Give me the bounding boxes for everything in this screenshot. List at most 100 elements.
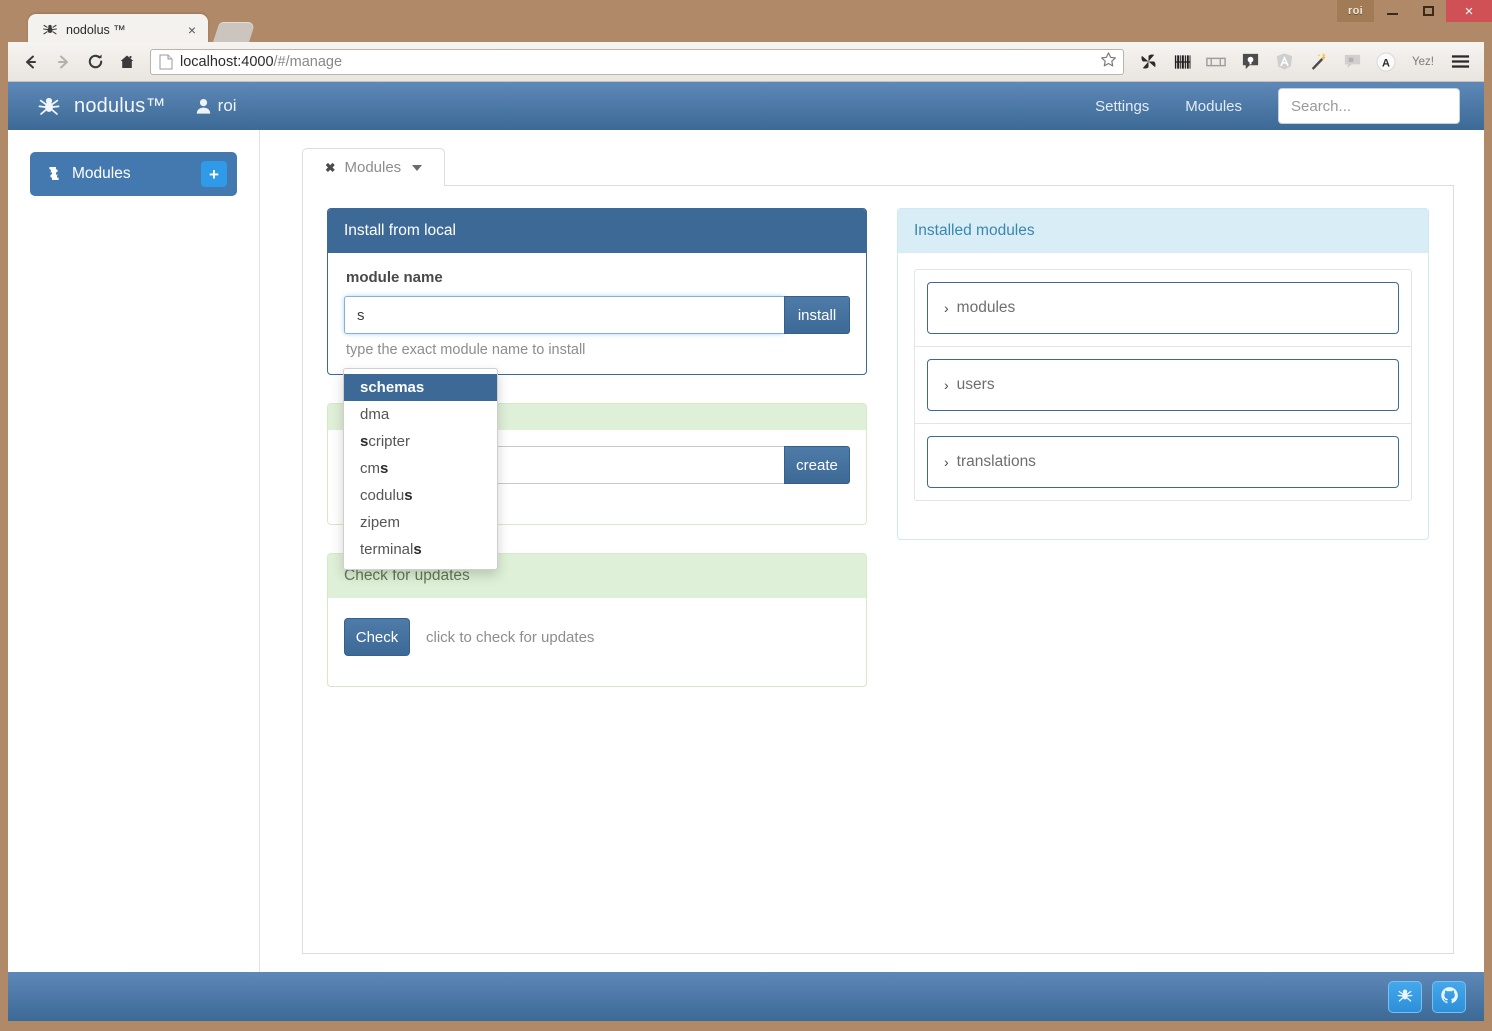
close-button[interactable]: × — [1446, 0, 1492, 22]
autocomplete-option[interactable]: schemas — [344, 374, 497, 401]
angular-extension-icon[interactable] — [1268, 48, 1300, 76]
tab-bar: ✖ Modules — [302, 148, 1454, 186]
github-footer-button[interactable] — [1432, 980, 1466, 1013]
github-icon — [1440, 986, 1459, 1008]
reload-button[interactable] — [80, 48, 110, 76]
spider-icon — [1395, 985, 1415, 1008]
installed-module-label: users — [956, 376, 995, 393]
maximize-icon — [1422, 6, 1434, 16]
chrome-menu-icon[interactable] — [1444, 48, 1476, 76]
browser-window: roi × nodolus ™ × localhost:4000/#/manag… — [0, 0, 1492, 1031]
spider-favicon-icon — [42, 22, 58, 38]
autocomplete-dropdown[interactable]: schemas dma scripter cms codulus zipem t… — [343, 368, 498, 570]
autocomplete-option[interactable]: cms — [344, 455, 497, 482]
installed-module-users[interactable]: › users — [927, 359, 1399, 411]
app-brand-name: nodulus™ — [74, 94, 166, 117]
autocomplete-option[interactable]: dma — [344, 401, 497, 428]
installed-module-translations[interactable]: › translations — [927, 436, 1399, 488]
home-button[interactable] — [112, 48, 142, 76]
installed-modules-panel: Installed modules › modules › users › tr… — [897, 208, 1429, 540]
installed-module-modules[interactable]: › modules — [927, 282, 1399, 334]
user-icon — [196, 98, 211, 114]
address-bar[interactable]: localhost:4000/#/manage — [150, 48, 1124, 75]
app-user-chip[interactable]: roi — [196, 82, 237, 130]
app-body: Modules + ✖ Modules Install from local m… — [8, 130, 1484, 972]
lightbulb-extension-icon[interactable] — [1234, 48, 1266, 76]
sidebar: Modules + — [8, 130, 260, 972]
check-updates-row: Check click to check for updates — [344, 614, 850, 670]
install-button[interactable]: install — [784, 296, 850, 334]
module-name-input[interactable] — [344, 296, 784, 334]
browser-tab-strip: nodolus ™ × — [8, 0, 1208, 46]
chevron-right-icon: › — [944, 377, 949, 393]
check-button[interactable]: Check — [344, 618, 410, 656]
back-button[interactable] — [16, 48, 46, 76]
sidebar-item-modules[interactable]: Modules + — [30, 152, 237, 196]
puzzle-piece-icon — [46, 166, 63, 182]
list-item: › users — [915, 347, 1411, 424]
chevron-down-icon[interactable] — [412, 164, 423, 171]
forward-button[interactable] — [48, 48, 78, 76]
left-column: Install from local module name install t… — [327, 208, 867, 715]
window-user-chip[interactable]: roi — [1337, 0, 1374, 22]
magic-wand-extension-icon[interactable] — [1302, 48, 1334, 76]
installed-modules-list: › modules › users › translations — [914, 269, 1412, 501]
shuffle-extension-icon[interactable] — [1132, 48, 1164, 76]
app-brand[interactable]: nodulus™ — [8, 82, 166, 130]
autocomplete-option[interactable]: codulus — [344, 482, 497, 509]
maximize-button[interactable] — [1410, 0, 1446, 22]
module-name-label: module name — [346, 269, 443, 286]
sidebar-item-label: Modules — [72, 165, 131, 182]
spider-logo-icon — [36, 93, 62, 119]
tab-label: Modules — [344, 159, 402, 176]
list-item: › modules — [915, 270, 1411, 347]
tab-pane: Install from local module name install t… — [302, 185, 1454, 954]
letter-a-extension-icon[interactable]: A — [1370, 48, 1402, 76]
install-from-local-panel: Install from local module name install t… — [327, 208, 867, 375]
speech-bubble-extension-icon[interactable] — [1336, 48, 1368, 76]
check-updates-body: Check click to check for updates — [328, 598, 866, 686]
right-column: Installed modules › modules › users › tr… — [897, 208, 1429, 568]
create-button[interactable]: create — [784, 446, 850, 484]
bookmark-star-icon[interactable] — [1097, 51, 1119, 72]
tab-modules[interactable]: ✖ Modules — [302, 148, 446, 186]
nav-modules[interactable]: Modules — [1167, 82, 1260, 130]
check-updates-panel: Check for updates Check click to check f… — [327, 553, 867, 687]
svg-text:A: A — [1382, 57, 1390, 69]
header-spacer — [237, 82, 1078, 130]
ruler-extension-icon[interactable] — [1200, 48, 1232, 76]
chevron-right-icon: › — [944, 454, 949, 470]
install-help-text: type the exact module name to install — [346, 342, 586, 358]
browser-tab-title: nodolus ™ — [66, 23, 126, 37]
autocomplete-option[interactable]: scripter — [344, 428, 497, 455]
app-footer — [8, 972, 1484, 1021]
minimize-icon — [1386, 13, 1398, 15]
install-panel-title: Install from local — [328, 209, 866, 253]
install-panel-body: module name install type the exact modul… — [328, 253, 866, 374]
page-document-icon — [159, 54, 173, 70]
nodulus-footer-button[interactable] — [1388, 980, 1422, 1013]
sidebar-add-badge[interactable]: + — [201, 161, 227, 187]
new-tab-button[interactable] — [212, 22, 256, 44]
yez-extension-icon[interactable]: Yez! — [1404, 48, 1442, 76]
check-help-text: click to check for updates — [426, 628, 595, 646]
address-bar-url: localhost:4000/#/manage — [180, 53, 343, 70]
page-viewport: nodulus™ roi Settings Modules Search... — [8, 82, 1484, 1021]
installed-module-label: modules — [956, 299, 1016, 316]
nav-settings[interactable]: Settings — [1077, 82, 1167, 130]
search-input[interactable]: Search... — [1278, 88, 1460, 124]
list-item: › translations — [915, 424, 1411, 500]
autocomplete-option[interactable]: terminals — [344, 536, 497, 563]
autocomplete-option[interactable]: zipem — [344, 509, 497, 536]
barcode-extension-icon[interactable] — [1166, 48, 1198, 76]
installed-modules-body: › modules › users › translations — [898, 253, 1428, 539]
chevron-right-icon: › — [944, 300, 949, 316]
main-content: ✖ Modules Install from local module name — [260, 130, 1484, 972]
browser-tab-close-icon[interactable]: × — [184, 22, 200, 38]
app-header: nodulus™ roi Settings Modules Search... — [8, 82, 1484, 130]
install-input-group: install — [344, 296, 850, 334]
tab-close-icon[interactable]: ✖ — [325, 160, 335, 175]
minimize-button[interactable] — [1374, 0, 1410, 22]
installed-module-label: translations — [956, 453, 1036, 470]
